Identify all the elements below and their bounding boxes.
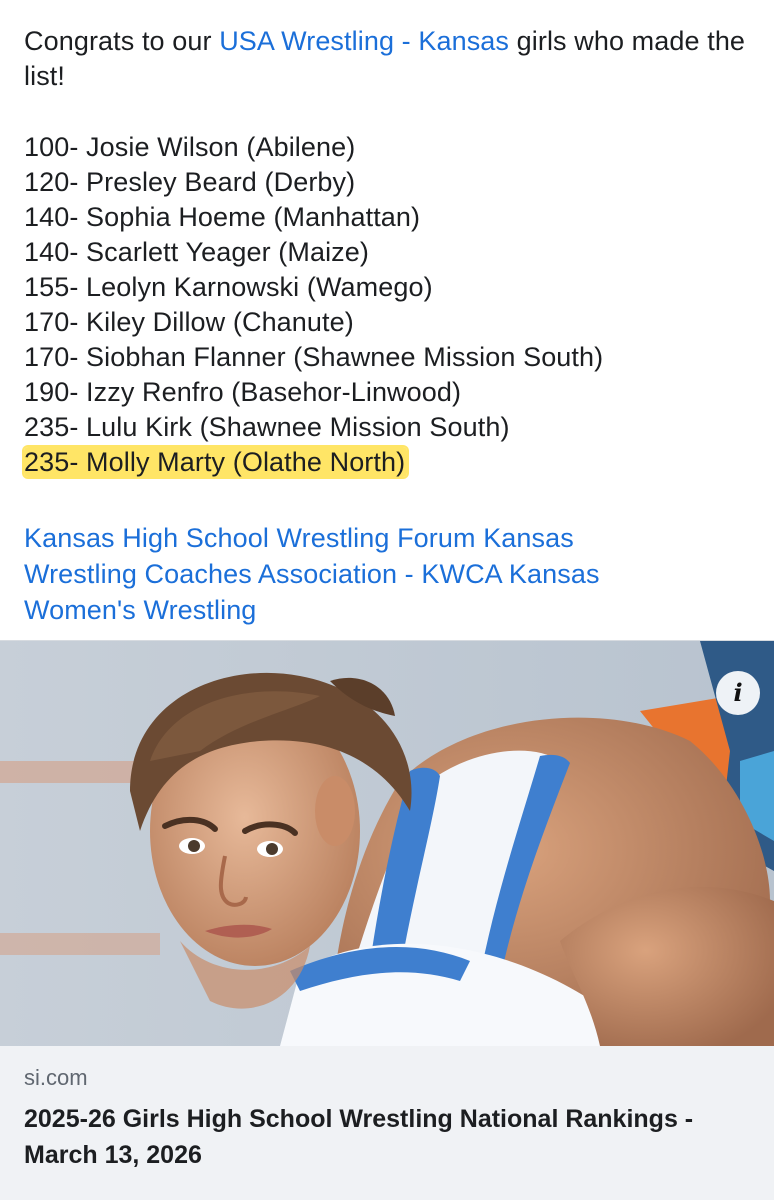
post-body: Congrats to our USA Wrestling - Kansas g…	[24, 24, 754, 625]
tagged-pages: Kansas High School Wrestling Forum Kansa…	[24, 520, 684, 628]
list-item: 140- Sophia Hoeme (Manhattan)	[24, 202, 421, 232]
list-item: 190- Izzy Renfro (Basehor-Linwood)	[24, 377, 462, 407]
list-item: 170- Siobhan Flanner (Shawnee Mission So…	[24, 342, 604, 372]
article-headline[interactable]: 2025-26 Girls High School Wrestling Nati…	[24, 1101, 754, 1173]
article-photo[interactable]: i	[0, 641, 774, 1046]
intro-prefix: Congrats to our	[24, 26, 220, 56]
list-item: 120- Presley Beard (Derby)	[24, 167, 356, 197]
list-item: 100- Josie Wilson (Abilene)	[24, 132, 356, 162]
ranked-wrestlers-list: 100- Josie Wilson (Abilene) 120- Presley…	[24, 130, 603, 480]
list-item: 155- Leolyn Karnowski (Wamego)	[24, 272, 433, 302]
tag-link-ks-wrestling-forum[interactable]: Kansas High School Wrestling Forum	[24, 523, 476, 553]
highlighted-list-item: 235- Molly Marty (Olathe North)	[24, 447, 408, 477]
list-item: 140- Scarlett Yeager (Maize)	[24, 237, 369, 267]
list-item: 235- Lulu Kirk (Shawnee Mission South)	[24, 412, 510, 442]
source-domain: si.com	[24, 1065, 88, 1090]
wrestler-photo	[0, 641, 774, 1046]
link-preview-card[interactable]: i si.com 2025-26 Girls High School Wrest…	[0, 640, 774, 1200]
list-item: 170- Kiley Dillow (Chanute)	[24, 307, 354, 337]
info-icon[interactable]: i	[716, 671, 760, 715]
usa-wrestling-kansas-link[interactable]: USA Wrestling - Kansas	[219, 26, 509, 56]
card-meta: si.com 2025-26 Girls High School Wrestli…	[24, 1063, 754, 1173]
post-intro: Congrats to our USA Wrestling - Kansas g…	[24, 24, 754, 94]
